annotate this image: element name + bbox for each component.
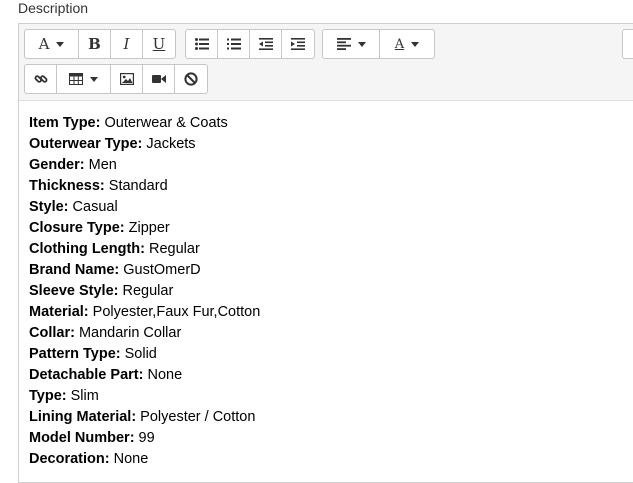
editor-content[interactable]: Item Type: Outerwear & Coats Outerwear Ty… xyxy=(29,113,260,470)
rich-text-editor: A B I U A Item Type: Outerwear & Coats O… xyxy=(18,23,633,483)
description-label: Description xyxy=(18,0,89,16)
spec-value: Mandarin Collar xyxy=(74,325,182,341)
spec-row: Clothing Length: Regular xyxy=(29,239,260,260)
spec-row: Detachable Part: None xyxy=(29,365,260,386)
spec-value: Zipper xyxy=(124,220,170,236)
spec-label: Closure Type: xyxy=(29,220,125,236)
spec-value: Casual xyxy=(68,199,118,215)
unordered-list-button[interactable] xyxy=(186,30,218,58)
extra-toolbar-button[interactable] xyxy=(623,30,633,58)
spec-label: Clothing Length: xyxy=(29,241,145,257)
align-color-group: A xyxy=(322,29,435,59)
bold-label: B xyxy=(88,35,101,53)
spec-row: Type: Slim xyxy=(29,386,260,407)
underline-button[interactable]: U xyxy=(143,30,175,58)
clear-formatting-button[interactable] xyxy=(175,65,207,93)
spec-row: Style: Casual xyxy=(29,197,260,218)
outdent-icon xyxy=(258,38,273,50)
spec-row: Gender: Men xyxy=(29,155,260,176)
spec-label: Pattern Type: xyxy=(29,346,121,362)
spec-row: Closure Type: Zipper xyxy=(29,218,260,239)
underline-label: U xyxy=(152,35,166,53)
font-color-dropdown[interactable]: A xyxy=(380,30,434,58)
editor-toolbar: A B I U A xyxy=(19,24,633,101)
spec-label: Brand Name: xyxy=(29,262,120,278)
extra-toolbar-group xyxy=(622,29,633,59)
list-group xyxy=(185,29,315,59)
video-camera-icon xyxy=(151,75,166,83)
spec-value: Jackets xyxy=(142,136,196,152)
insert-link-button[interactable] xyxy=(25,65,57,93)
spec-label: Sleeve Style: xyxy=(29,283,119,299)
chevron-down-icon xyxy=(411,41,420,47)
chevron-down-icon xyxy=(56,41,65,47)
spec-row: Decoration: None xyxy=(29,449,260,470)
spec-row: Item Type: Outerwear & Coats xyxy=(29,113,260,134)
italic-button[interactable]: I xyxy=(111,30,143,58)
spec-value: Regular xyxy=(118,283,174,299)
outdent-button[interactable] xyxy=(250,30,282,58)
spec-row: Lining Material: Polyester / Cotton xyxy=(29,407,260,428)
spec-value: Solid xyxy=(120,346,157,362)
paragraph-align-dropdown[interactable] xyxy=(323,30,380,58)
ban-icon xyxy=(184,72,198,86)
align-left-icon xyxy=(336,38,351,50)
link-icon xyxy=(34,75,47,83)
spec-label: Lining Material: xyxy=(29,409,137,425)
ordered-list-button[interactable] xyxy=(218,30,250,58)
indent-icon xyxy=(291,38,305,50)
spec-row: Thickness: Standard xyxy=(29,176,260,197)
spec-label: Outerwear Type: xyxy=(29,136,143,152)
table-icon xyxy=(69,73,83,85)
spec-label: Material: xyxy=(29,304,89,320)
spec-row: Sleeve Style: Regular xyxy=(29,281,260,302)
font-style-label: A xyxy=(38,35,50,53)
spec-value: Polyester,Faux Fur,Cotton xyxy=(88,304,261,320)
spec-value: 99 xyxy=(134,430,155,446)
spec-row: Collar: Mandarin Collar xyxy=(29,323,260,344)
picture-icon xyxy=(119,73,134,85)
spec-label: Item Type: xyxy=(29,115,101,131)
bold-button[interactable]: B xyxy=(79,30,111,58)
spec-label: Thickness: xyxy=(29,178,105,194)
chevron-down-icon xyxy=(357,41,366,47)
spec-row: Material: Polyester,Faux Fur,Cotton xyxy=(29,302,260,323)
spec-value: Slim xyxy=(66,388,99,404)
spec-value: Regular xyxy=(144,241,200,257)
spec-value: None xyxy=(109,451,149,467)
insert-group xyxy=(24,64,208,94)
spec-label: Gender: xyxy=(29,157,85,173)
font-style-dropdown[interactable]: A xyxy=(25,30,79,58)
insert-table-dropdown[interactable] xyxy=(57,65,111,93)
spec-row: Pattern Type: Solid xyxy=(29,344,260,365)
spec-value: Outerwear & Coats xyxy=(100,115,228,131)
font-style-group: A B I U xyxy=(24,29,176,59)
spec-label: Type: xyxy=(29,388,67,404)
spec-value: Men xyxy=(84,157,117,173)
spec-row: Outerwear Type: Jackets xyxy=(29,134,260,155)
spec-value: None xyxy=(143,367,183,383)
numbered-list-icon xyxy=(226,38,241,50)
bullet-list-icon xyxy=(194,38,209,50)
spec-label: Style: xyxy=(29,199,69,215)
spec-row: Brand Name: GustOmerD xyxy=(29,260,260,281)
spec-value: Standard xyxy=(104,178,168,194)
font-color-label: A xyxy=(394,36,405,52)
spec-value: Polyester / Cotton xyxy=(136,409,256,425)
spec-value: GustOmerD xyxy=(119,262,201,278)
italic-label: I xyxy=(123,35,130,53)
insert-video-button[interactable] xyxy=(143,65,175,93)
spec-label: Detachable Part: xyxy=(29,367,144,383)
chevron-down-icon xyxy=(90,76,98,82)
spec-row: Model Number: 99 xyxy=(29,428,260,449)
insert-picture-button[interactable] xyxy=(111,65,143,93)
spec-label: Model Number: xyxy=(29,430,135,446)
spec-label: Decoration: xyxy=(29,451,110,467)
spec-label: Collar: xyxy=(29,325,75,341)
indent-button[interactable] xyxy=(282,30,314,58)
